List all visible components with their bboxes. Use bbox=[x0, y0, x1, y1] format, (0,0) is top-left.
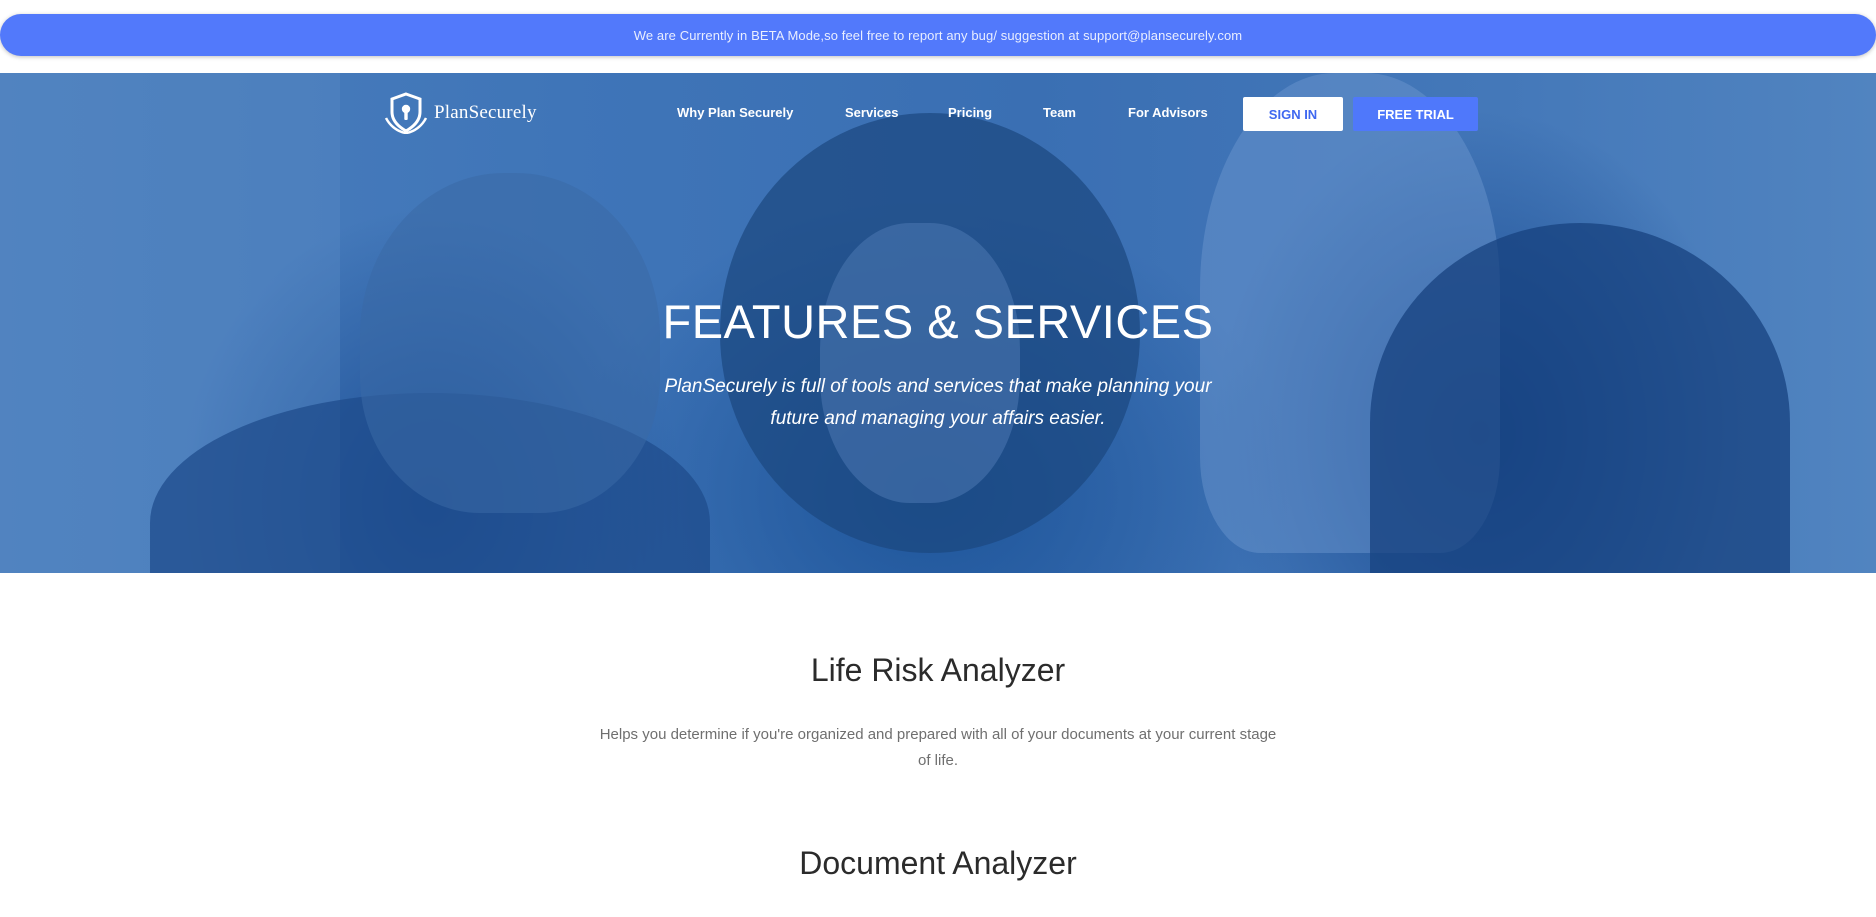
page-title: FEATURES & SERVICES bbox=[662, 295, 1214, 348]
nav-why-plan-securely[interactable]: Why Plan Securely bbox=[677, 105, 793, 120]
logo-text: PlanSecurely bbox=[434, 102, 537, 123]
hero-subtitle: PlanSecurely is full of tools and servic… bbox=[664, 376, 1212, 429]
beta-banner-strip: We are Currently in BETA Mode,so feel fr… bbox=[0, 0, 1876, 73]
feature-description: Helps you determine if you're organized … bbox=[599, 726, 1277, 769]
nav-for-advisors[interactable]: For Advisors bbox=[1128, 105, 1208, 120]
hero-section: PlanSecurely Why Plan Securely Services … bbox=[0, 73, 1876, 573]
free-trial-button[interactable]: FREE TRIAL bbox=[1353, 97, 1478, 131]
feature-title: Document Analyzer bbox=[799, 845, 1077, 881]
nav-pricing[interactable]: Pricing bbox=[948, 105, 992, 120]
sign-in-button[interactable]: SIGN IN bbox=[1243, 97, 1343, 131]
nav-team[interactable]: Team bbox=[1043, 105, 1076, 120]
shield-keyhole-icon bbox=[384, 92, 428, 134]
beta-banner: We are Currently in BETA Mode,so feel fr… bbox=[0, 14, 1876, 56]
nav-services[interactable]: Services bbox=[845, 105, 899, 120]
beta-banner-text: We are Currently in BETA Mode,so feel fr… bbox=[633, 27, 1243, 43]
feature-title: Life Risk Analyzer bbox=[810, 652, 1066, 688]
logo[interactable]: PlanSecurely bbox=[384, 92, 537, 134]
hero-background-shape bbox=[820, 223, 1020, 503]
